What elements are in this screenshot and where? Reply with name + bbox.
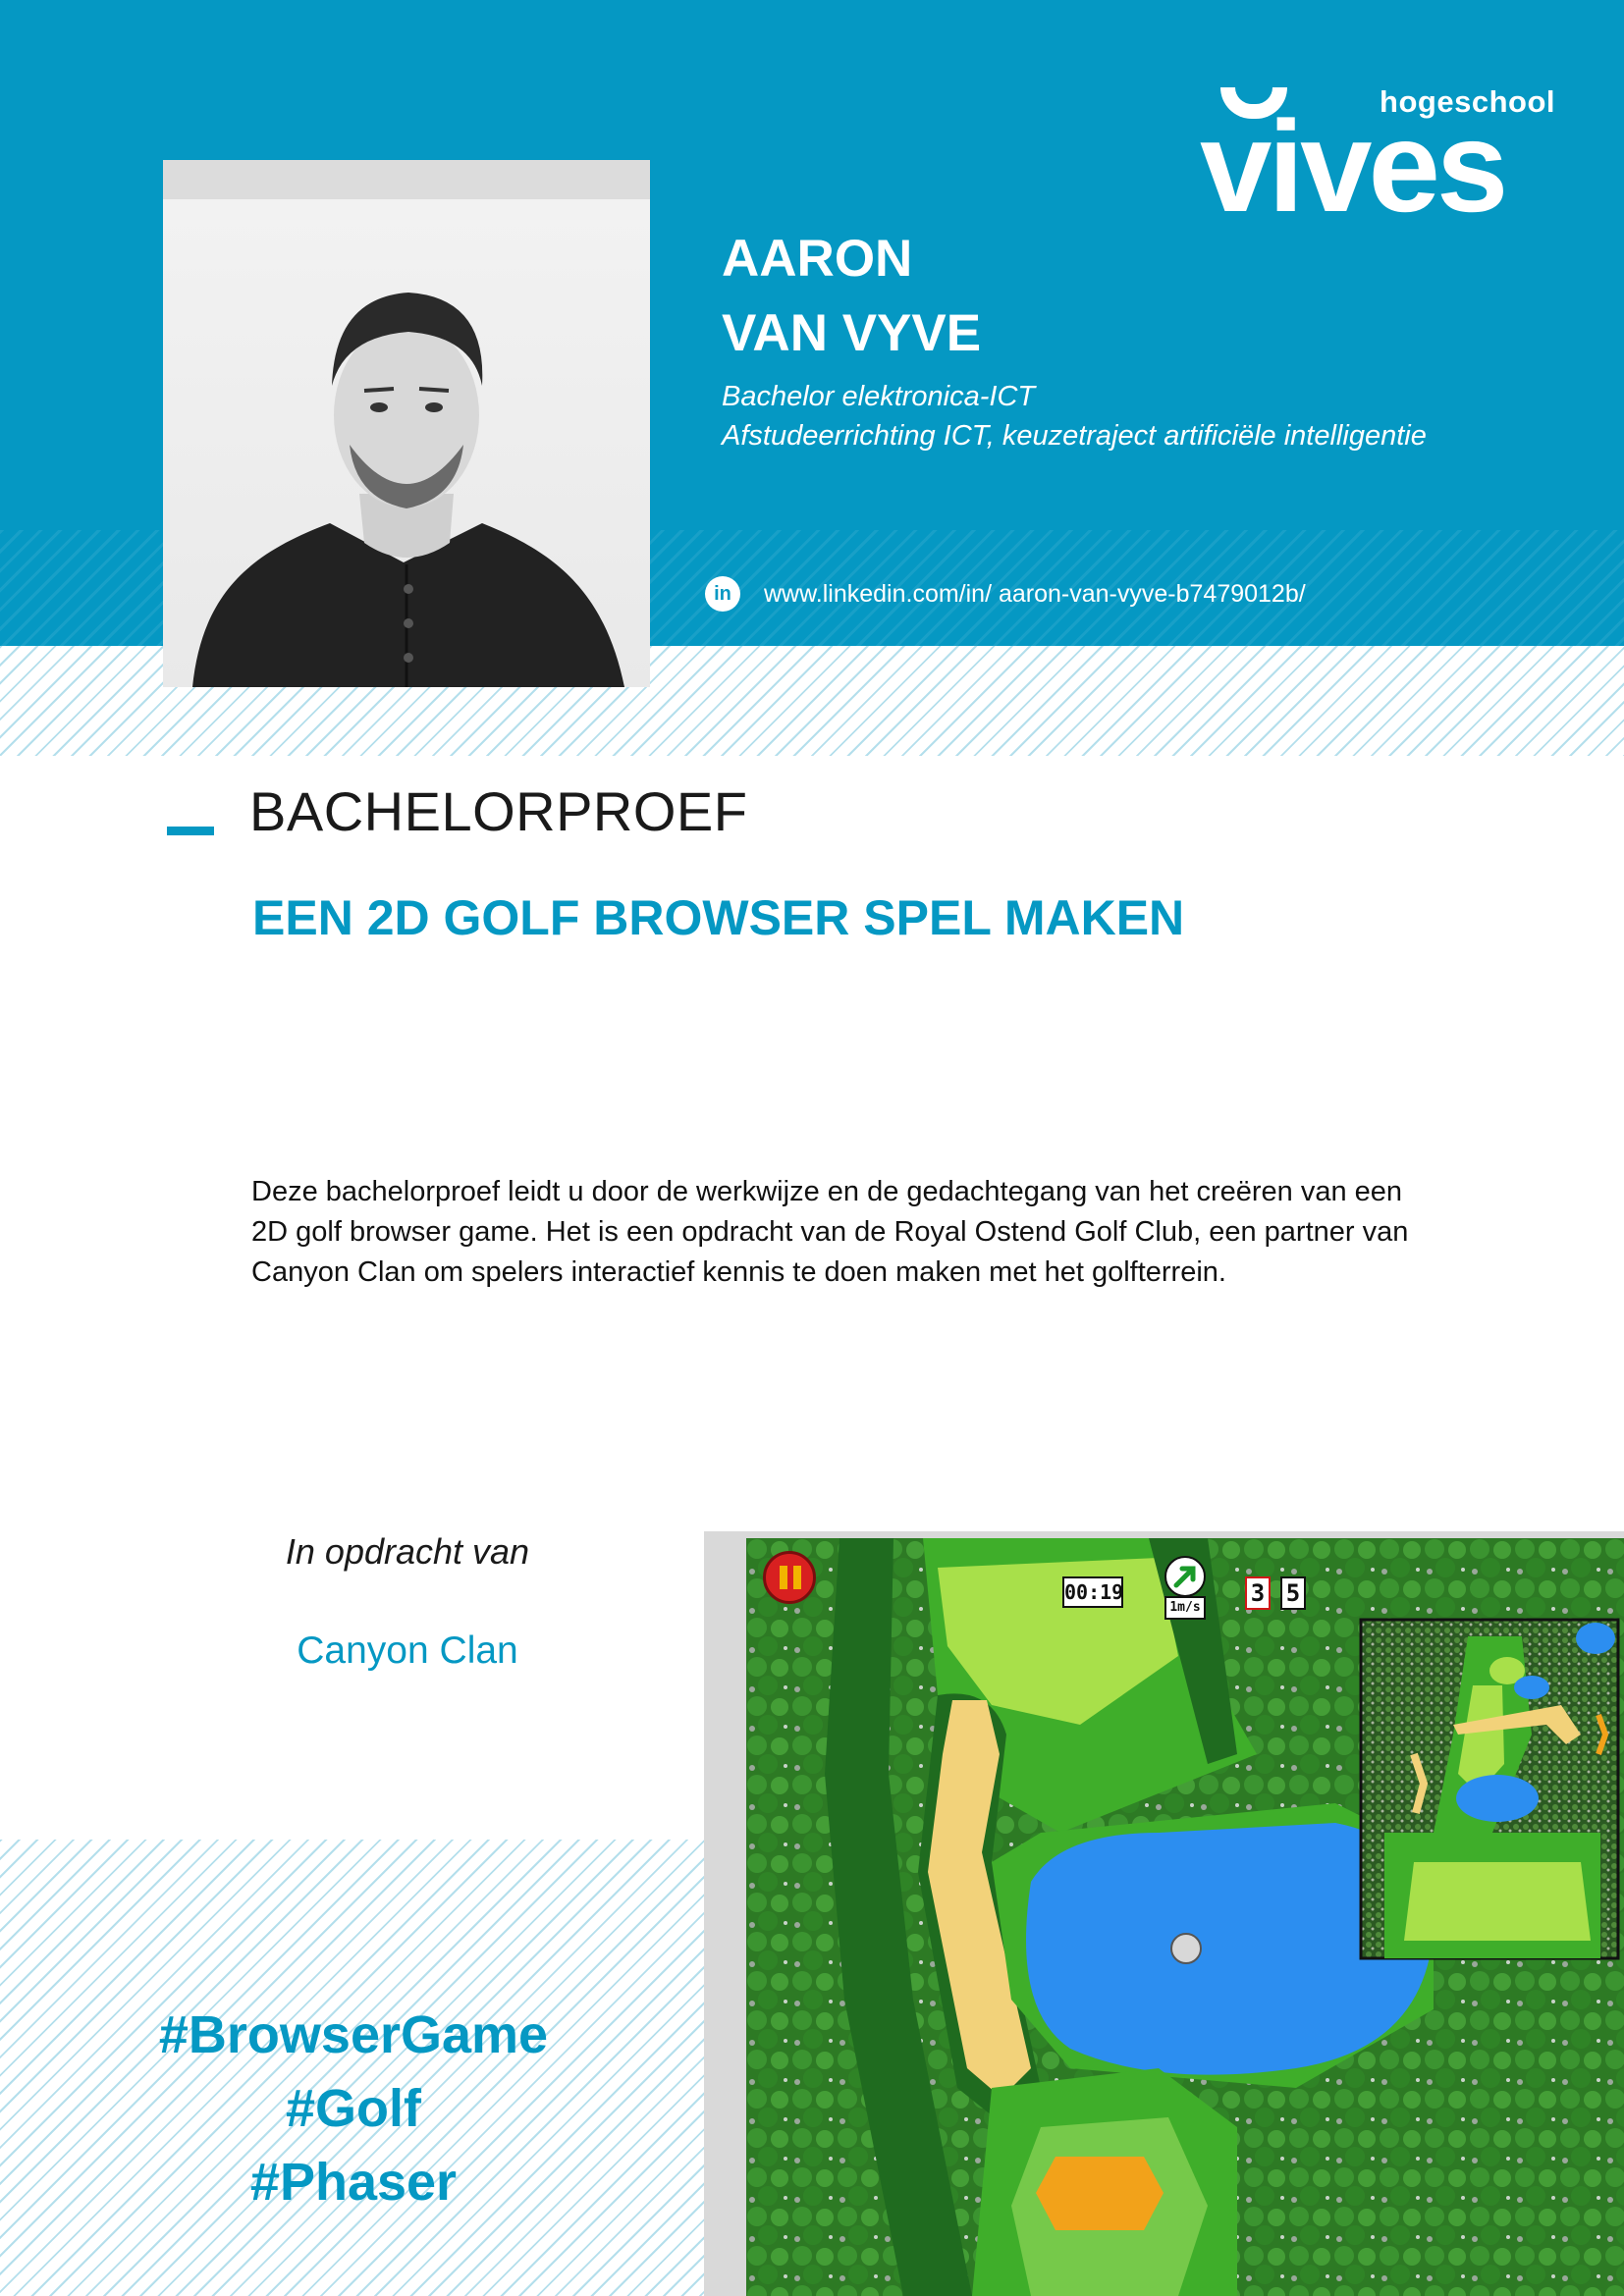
wind-speed: 1m/s	[1164, 1596, 1206, 1620]
section-accent-dash	[167, 827, 214, 835]
pause-icon-bar	[793, 1566, 801, 1589]
logo-big-text: vives	[1200, 94, 1508, 239]
pause-icon	[780, 1566, 787, 1589]
pause-button[interactable]	[763, 1551, 816, 1604]
commission-label: In opdracht van	[285, 1531, 530, 1572]
degree-line-2: Afstudeerrichting ICT, keuzetraject arti…	[722, 420, 1427, 452]
hashtag: #Golf	[285, 2079, 421, 2138]
hashtag: #BrowserGame	[158, 2005, 549, 2064]
vives-logo: hogeschool vives	[1200, 84, 1555, 232]
wind-arrow-icon	[1173, 1566, 1196, 1588]
stroke-count: 3	[1245, 1576, 1271, 1610]
student-first-name: AARON	[722, 230, 913, 288]
hashtag: #Phaser	[249, 2153, 458, 2212]
golf-course-map	[746, 1538, 1624, 2296]
commission-company: Canyon Clan	[297, 1629, 518, 1672]
thesis-summary: Deze bachelorproef leidt u door de werkw…	[251, 1176, 1409, 1288]
hashtag-list: #BrowserGame #Golf #Phaser	[128, 1999, 579, 2219]
game-timer: 00:19	[1062, 1576, 1123, 1608]
portrait-illustration	[192, 293, 624, 687]
linkedin-link[interactable]: in www.linkedin.com/in/ aaron-van-vyve-b…	[705, 575, 1306, 613]
linkedin-url[interactable]: www.linkedin.com/in/ aaron-van-vyve-b747…	[764, 580, 1306, 609]
profile-photo	[163, 199, 650, 687]
degree-info: Bachelor elektronica-ICT Afstudeerrichti…	[722, 377, 1427, 455]
degree-line-1: Bachelor elektronica-ICT	[722, 381, 1036, 412]
wind-indicator	[1164, 1556, 1206, 1597]
linkedin-icon: in	[705, 576, 740, 612]
section-heading: BACHELORPROEF	[249, 780, 748, 842]
student-name: AARON VAN VYVE	[722, 222, 981, 371]
thesis-title: EEN 2D GOLF BROWSER SPEL MAKEN	[252, 890, 1185, 945]
student-last-name: VAN VYVE	[722, 304, 982, 362]
game-screenshot	[746, 1538, 1624, 2296]
hole-par: 5	[1280, 1576, 1306, 1610]
